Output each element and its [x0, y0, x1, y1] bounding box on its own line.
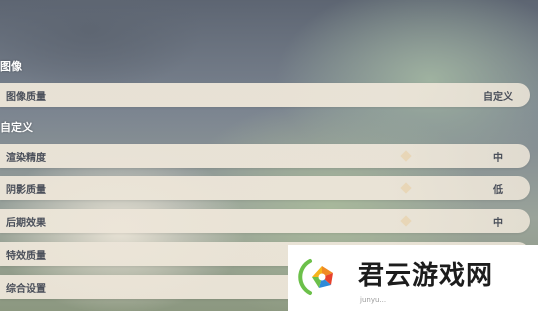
setting-row-shadow-quality[interactable]: 阴影质量 低 [0, 176, 530, 200]
watermark-url: junyu... [360, 296, 387, 304]
section-title-custom: 自定义 [0, 121, 33, 134]
watermark-brand-text: 君云游戏网 [358, 261, 494, 291]
setting-label: 综合设置 [6, 284, 46, 295]
setting-value[interactable]: 低 [470, 181, 526, 196]
setting-label: 渲染精度 [6, 153, 46, 164]
watermark-logo-icon [298, 259, 333, 295]
setting-value[interactable]: 自定义 [470, 88, 526, 103]
setting-label: 图像质量 [6, 92, 46, 103]
setting-label: 阴影质量 [6, 185, 46, 196]
diamond-ornament-icon [398, 148, 414, 164]
setting-row-render-resolution[interactable]: 渲染精度 中 [0, 144, 530, 168]
section-title-graphics: 图像 [0, 60, 22, 73]
setting-label: 后期效果 [6, 218, 46, 229]
setting-label: 特效质量 [6, 251, 46, 262]
setting-value[interactable]: 中 [470, 149, 526, 164]
diamond-ornament-icon [398, 180, 414, 196]
setting-row-image-quality[interactable]: 图像质量 自定义 [0, 83, 530, 107]
diamond-ornament-icon [398, 213, 414, 229]
setting-value[interactable]: 中 [470, 214, 526, 229]
watermark-panel: 君云游戏网 junyu... [288, 245, 538, 311]
setting-row-post-effects[interactable]: 后期效果 中 [0, 209, 530, 233]
